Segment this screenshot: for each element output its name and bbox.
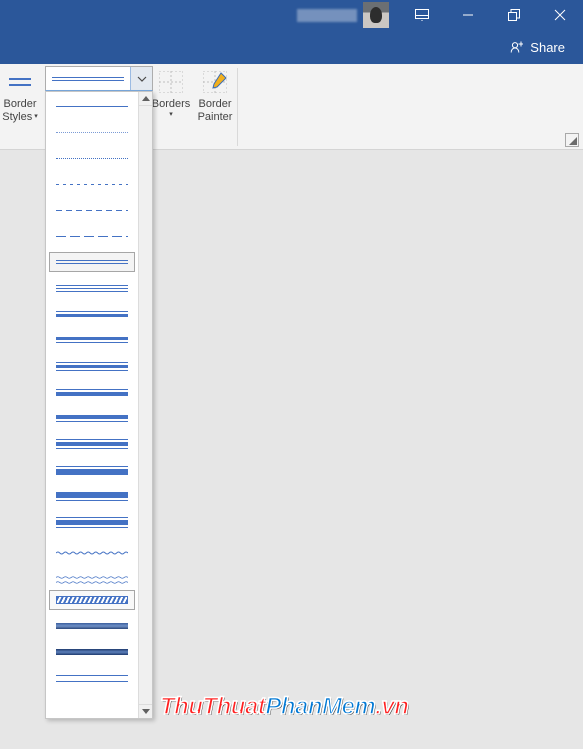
border-painter-label-1: Border — [198, 98, 231, 111]
minimize-button[interactable] — [445, 0, 491, 30]
watermark-logo: ThuThuatPhanMem.vn — [160, 693, 408, 721]
line-style-option-engrave[interactable] — [49, 642, 135, 662]
line-style-option-thin-thick-md[interactable] — [49, 382, 135, 402]
border-painter-icon — [202, 70, 228, 94]
scroll-up-button[interactable] — [139, 92, 152, 106]
scroll-down-button[interactable] — [139, 704, 152, 718]
line-style-option-thin-thick[interactable] — [49, 304, 135, 324]
line-style-option-dashed-fine[interactable] — [49, 174, 135, 194]
borders-label: Borders — [152, 98, 191, 111]
borders-button[interactable]: Borders ▾ — [149, 64, 193, 119]
chevron-down-icon — [137, 76, 147, 82]
line-style-option-thin-thick-thin-sm[interactable] — [49, 356, 135, 376]
line-style-option-thick-thin-lg[interactable] — [49, 486, 135, 506]
dialog-launcher-button[interactable] — [565, 133, 579, 147]
watermark-part2: PhanMem — [265, 693, 375, 720]
line-style-option-diag-stripe[interactable] — [49, 590, 135, 610]
user-account[interactable] — [297, 2, 389, 28]
line-style-option-wave-single[interactable] — [49, 538, 135, 558]
watermark-part1: ThuThuat — [160, 693, 265, 720]
borders-icon — [158, 70, 184, 94]
line-style-option-dotted[interactable] — [49, 148, 135, 168]
line-style-combo[interactable] — [45, 66, 153, 91]
line-style-option-single-thin[interactable] — [49, 96, 135, 116]
user-name-redacted — [297, 9, 357, 22]
line-style-option-thick-thin-md[interactable] — [49, 408, 135, 428]
line-style-option-double-thin[interactable] — [49, 252, 135, 272]
line-style-option-thick-thin[interactable] — [49, 330, 135, 350]
line-style-dropdown-button[interactable] — [130, 67, 152, 90]
line-style-option-thin-thick-lg[interactable] — [49, 460, 135, 480]
border-styles-label-1: Border — [3, 98, 36, 111]
line-style-option-thin-thick-thin-lg[interactable] — [49, 512, 135, 532]
line-style-option-dashed[interactable] — [49, 200, 135, 220]
border-painter-label-2: Painter — [198, 111, 233, 124]
line-style-option-thin-thick-thin-md[interactable] — [49, 434, 135, 454]
border-styles-button[interactable]: Border Styles ▾ — [0, 64, 40, 123]
share-button[interactable]: Share — [510, 40, 565, 55]
caret-down-icon: ▾ — [34, 113, 38, 121]
watermark-part3: .vn — [375, 693, 408, 720]
share-label: Share — [530, 40, 565, 55]
line-style-option-outset[interactable] — [49, 668, 135, 688]
line-style-gallery — [45, 91, 153, 719]
border-styles-icon — [7, 70, 33, 94]
border-styles-label-2: Styles — [2, 111, 32, 124]
close-button[interactable] — [537, 0, 583, 30]
user-avatar — [363, 2, 389, 28]
ribbon-display-options-button[interactable] — [399, 0, 445, 30]
maximize-restore-button[interactable] — [491, 0, 537, 30]
line-style-option-dotted-fine[interactable] — [49, 122, 135, 142]
line-style-option-emboss[interactable] — [49, 616, 135, 636]
caret-down-icon: ▾ — [169, 111, 173, 119]
line-style-option-triple-thin[interactable] — [49, 278, 135, 298]
line-style-option-wave-double[interactable] — [49, 564, 135, 584]
gallery-scrollbar[interactable] — [138, 92, 152, 718]
border-painter-button[interactable]: Border Painter — [193, 64, 237, 123]
line-style-option-long-dash[interactable] — [49, 226, 135, 246]
line-style-preview — [46, 67, 130, 90]
share-icon — [510, 40, 524, 54]
ribbon-separator — [237, 68, 238, 146]
